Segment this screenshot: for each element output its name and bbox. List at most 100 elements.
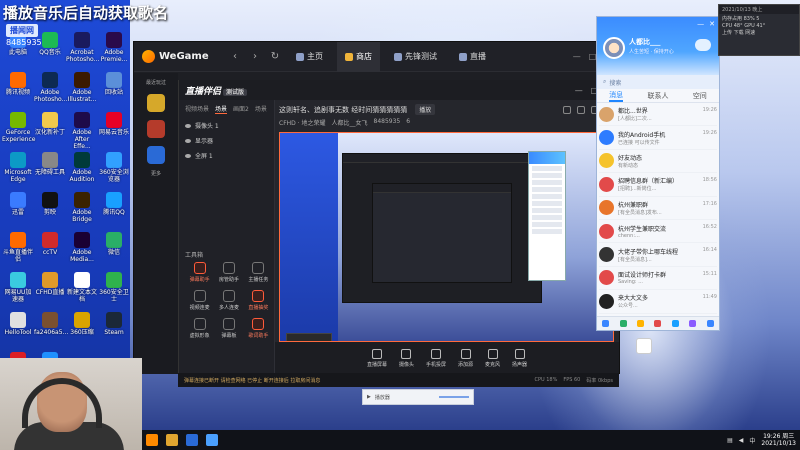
tab-home[interactable]: 主页 <box>288 42 331 72</box>
weather-icon[interactable] <box>695 39 711 51</box>
desktop-icon[interactable]: 360安全卫士 <box>98 272 130 303</box>
tool-button[interactable]: 视频连麦 <box>185 290 214 311</box>
music-player-bar[interactable]: ▶ 播放器 <box>362 389 474 405</box>
forward-button[interactable]: › <box>248 51 262 62</box>
qq-search-input[interactable]: ⌕ 搜索 <box>597 75 719 89</box>
desktop-icon[interactable]: Adobe Premie... <box>98 32 130 63</box>
eye-icon[interactable] <box>185 153 191 158</box>
back-button[interactable]: ‹ <box>228 51 242 62</box>
file-icon[interactable] <box>671 320 679 327</box>
eye-icon[interactable] <box>185 138 191 143</box>
desktop-icon[interactable]: ccTV <box>34 232 66 256</box>
eye-icon[interactable] <box>185 123 191 128</box>
mail-icon[interactable] <box>637 320 645 327</box>
desktop-icon[interactable]: Microsoft Edge <box>2 152 34 183</box>
list-item[interactable]: 面试设计师打卡群 Saving: ... 15:11 <box>599 267 717 291</box>
settings-icon[interactable] <box>706 320 714 327</box>
tool-button[interactable]: 直播抽奖 <box>244 290 273 311</box>
weiyun-icon[interactable] <box>689 320 697 327</box>
tab-live[interactable]: 直播 <box>451 42 494 72</box>
desktop-icon[interactable]: 剪映 <box>34 192 66 216</box>
scene-tab[interactable]: 画面2 <box>233 104 249 114</box>
close-button[interactable]: ✕ <box>709 20 715 28</box>
source-row[interactable]: 全屏 1 <box>179 148 274 163</box>
scene-tab[interactable]: 场景 <box>255 104 267 114</box>
apps-icon[interactable] <box>619 320 627 327</box>
tab-contacts[interactable]: 联系人 <box>647 91 668 101</box>
desktop-icon[interactable]: 网易UU加速器 <box>2 272 34 303</box>
minimize-button[interactable]: — <box>573 52 581 61</box>
live-toolbar-button[interactable]: 扬声器 <box>512 348 527 368</box>
list-item[interactable]: 大佬子带你上哪车线程 [有全员消息]... 16:14 <box>599 243 717 267</box>
desktop-icon[interactable]: Steam <box>98 312 130 336</box>
desktop-icon[interactable]: 斗鱼直播伴侣 <box>2 232 34 263</box>
stream-name[interactable]: 这则轩名、追剧事无数 经时间猜猜猜猜猜 <box>279 105 407 115</box>
input-method[interactable]: 中 <box>749 436 755 445</box>
tool-button[interactable]: 弹幕助手 <box>185 262 214 283</box>
desktop-icon[interactable]: Adobe Audition <box>66 152 98 183</box>
desktop-icon[interactable]: 微信 <box>98 232 130 256</box>
clock[interactable]: 19:26 周三 2021/10/13 <box>761 433 796 447</box>
desktop-icon[interactable]: 360压缩 <box>66 312 98 336</box>
scene-tab[interactable]: 视频场景 <box>185 104 209 114</box>
taskbar-app-icon[interactable] <box>166 434 178 446</box>
list-item[interactable]: 杭州兼职群 [有全员消息]发布... 17:16 <box>599 197 717 220</box>
scene-tab-active[interactable]: 场景 <box>215 104 228 114</box>
tool-button[interactable]: 主播任务 <box>244 262 273 283</box>
menu-icon[interactable] <box>602 320 610 327</box>
qq-signature[interactable]: 人生苦短 · 保持开心 <box>629 48 674 55</box>
play-icon[interactable]: ▶ <box>367 394 371 400</box>
source-row[interactable]: 显示器 <box>179 133 274 148</box>
desktop-icon[interactable]: Adobe Illustrat... <box>66 72 98 103</box>
desktop-icon[interactable]: 360安全浏览器 <box>98 152 130 183</box>
tool-button[interactable]: 多人连麦 <box>214 290 243 311</box>
desktop-icon[interactable]: Adobe Bridge <box>66 192 98 223</box>
list-item[interactable]: 好友动态 有新动态 <box>599 150 717 174</box>
message-icon[interactable] <box>577 106 585 114</box>
desktop-icon[interactable]: Adobe After Effe... <box>66 112 98 150</box>
volume-icon[interactable]: ◀ <box>739 437 744 444</box>
live-toolbar-button[interactable]: 添加源 <box>458 348 473 368</box>
tab-messages[interactable]: 消息 <box>609 90 624 102</box>
settings-icon[interactable] <box>563 106 571 114</box>
desktop-icon[interactable]: Adobe Photosho... <box>34 72 67 103</box>
game-lol-icon[interactable] <box>147 146 165 164</box>
tool-button[interactable]: 房管助手 <box>214 262 243 283</box>
wegame-window[interactable]: WeGame ‹ › ↻ 主页 商店 先锋测试 直播 — □ ✕ 最近玩过 更多… <box>133 41 620 387</box>
desktop-icon[interactable]: GeForce Experience <box>2 112 35 143</box>
tool-button[interactable]: 歌词助手 <box>244 318 273 339</box>
desktop-icon[interactable]: Adobe Media... <box>66 232 98 263</box>
live-companion-window[interactable]: 直播伴侣测试版 — □ ✕ 视频场景 场景 画面2 场景 摄像头 1 显示器 全… <box>178 80 619 374</box>
desktop-icon[interactable]: HelloTool <box>2 312 34 336</box>
taskbar-app-icon[interactable] <box>146 434 158 446</box>
more-games-link[interactable]: 更多 <box>134 170 178 177</box>
qq-window[interactable]: — ✕ 人都比___ 人生苦短 · 保持开心 ⌕ 搜索 消息 联系人 空间 都比… <box>596 16 720 331</box>
list-item[interactable]: 招聘信息群（新汇编） [招聘]...新岗位... 18:56 <box>599 173 717 197</box>
list-item[interactable]: 我的Android手机 已连接 可以传文件 19:26 <box>599 126 717 150</box>
list-item[interactable]: 来大大文多 公众号... 11:49 <box>599 290 717 314</box>
network-icon[interactable]: ▤ <box>727 437 733 444</box>
avatar[interactable] <box>603 37 625 59</box>
tab-store[interactable]: 商店 <box>337 41 380 72</box>
game-icon[interactable] <box>654 320 662 327</box>
live-toolbar-button[interactable]: 摄像头 <box>399 348 414 368</box>
live-toolbar-button[interactable]: 麦克风 <box>485 348 500 368</box>
list-item[interactable]: 杭州学生兼职交流 chenn:... 16:52 <box>599 220 717 244</box>
volume-slider[interactable] <box>439 396 469 398</box>
desktop-icon[interactable]: 腾讯QQ <box>98 192 130 216</box>
minimize-button[interactable]: — <box>575 86 583 95</box>
desktop-icon[interactable]: CFHD直播 <box>34 272 66 296</box>
game-cf-icon[interactable] <box>147 94 165 112</box>
taskbar-app-icon[interactable] <box>186 434 198 446</box>
desktop-icon[interactable]: 新建文本文档 <box>66 272 98 303</box>
taskbar-app-icon[interactable] <box>206 434 218 446</box>
desktop-icon[interactable]: fa2406a5... <box>34 312 68 336</box>
stream-preview[interactable] <box>279 132 614 342</box>
desktop-icon[interactable]: 腾讯视频 <box>2 72 34 96</box>
stream-category[interactable]: CFHD · 地之荣耀 <box>279 118 326 127</box>
desktop-icon[interactable]: 网易云音乐 <box>98 112 130 136</box>
desktop-icon[interactable]: 迅雷 <box>2 192 34 216</box>
game-dnf-icon[interactable] <box>147 120 165 138</box>
desktop-icon[interactable]: 无障碍工具 <box>34 152 66 176</box>
live-toolbar-button[interactable]: 直播屏幕 <box>367 348 387 368</box>
